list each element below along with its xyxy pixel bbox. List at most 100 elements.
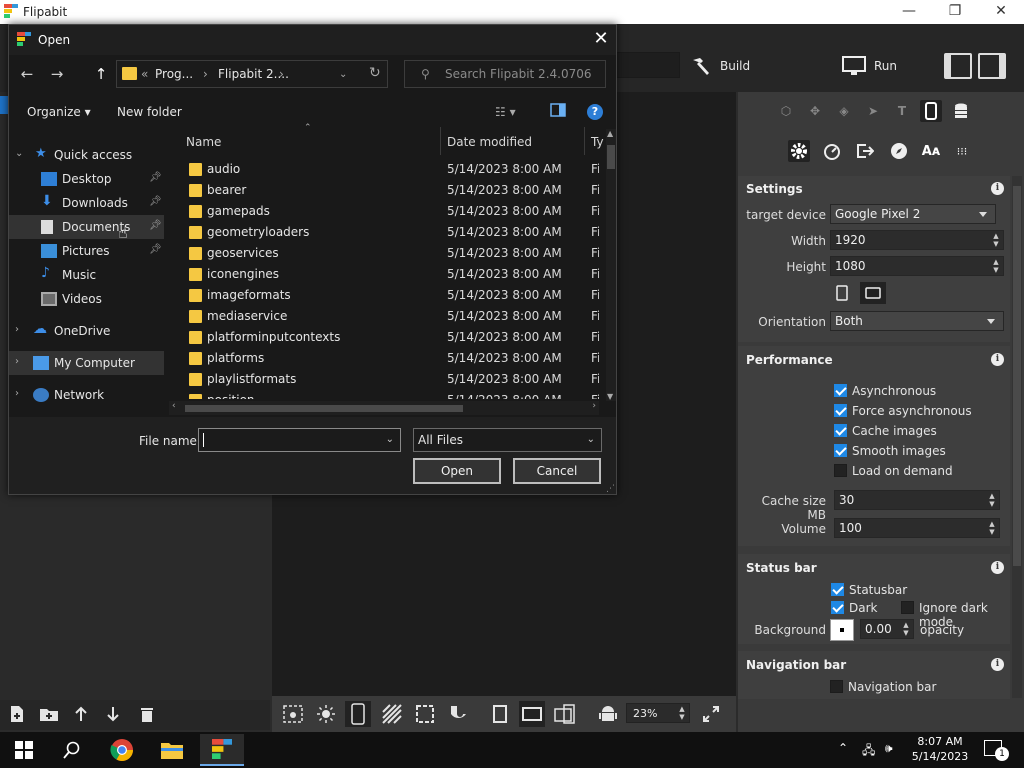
- ignore-dark-checkbox[interactable]: [901, 601, 914, 614]
- file-row[interactable]: geoservices 5/14/2023 8:00 AM Fi: [169, 243, 599, 264]
- height-input[interactable]: 1080 ▲ ▼: [830, 256, 1004, 276]
- fill-bucket-icon[interactable]: ◈: [833, 100, 855, 122]
- exit-icon[interactable]: [854, 140, 876, 162]
- font-size-icon[interactable]: Aᴀ: [920, 140, 942, 162]
- organize-button[interactable]: Organize ▾: [27, 105, 91, 119]
- properties-scrollbar[interactable]: [1012, 176, 1022, 698]
- file-row[interactable]: iconengines 5/14/2023 8:00 AM Fi: [169, 264, 599, 285]
- left-panel-toggle-icon[interactable]: [944, 53, 972, 79]
- move-icon[interactable]: ✥: [804, 100, 826, 122]
- file-list-vscroll[interactable]: ▲ ▼: [606, 129, 616, 401]
- resize-grip-icon[interactable]: ⋰: [606, 484, 615, 494]
- up-arrow-icon[interactable]: ↑: [90, 65, 112, 85]
- performance-checkbox[interactable]: [834, 444, 847, 457]
- background-color-swatch[interactable]: [830, 619, 854, 641]
- clock-date[interactable]: 5/14/2023: [908, 750, 972, 763]
- performance-checkbox[interactable]: [834, 464, 847, 477]
- move-up-icon[interactable]: [68, 701, 94, 727]
- open-button[interactable]: Open: [413, 458, 501, 484]
- windows-start-icon[interactable]: [10, 736, 38, 764]
- database-icon[interactable]: [950, 100, 972, 122]
- scroll-right-icon[interactable]: ›: [592, 401, 596, 411]
- view-options-icon[interactable]: ☷ ▾: [495, 105, 516, 119]
- pointer-icon[interactable]: ➤: [862, 100, 884, 122]
- breadcrumb-overflow[interactable]: «: [141, 67, 148, 81]
- flipabit-taskbar-icon[interactable]: [200, 734, 244, 766]
- move-down-icon[interactable]: [100, 701, 126, 727]
- search-icon[interactable]: [58, 736, 86, 764]
- brightness-icon[interactable]: [313, 701, 339, 727]
- performance-checkbox[interactable]: [834, 404, 847, 417]
- height-spinner[interactable]: ▲ ▼: [991, 258, 1001, 274]
- device-frame-icon[interactable]: [345, 701, 371, 727]
- tray-chevron-icon[interactable]: ⌃: [838, 741, 848, 755]
- collapsed-chevron-icon[interactable]: ›: [15, 356, 19, 367]
- breadcrumb-program-files[interactable]: Prog...: [155, 67, 193, 81]
- zoom-spinner[interactable]: ▲ ▼: [677, 705, 687, 721]
- file-row[interactable]: imageformats 5/14/2023 8:00 AM Fi: [169, 285, 599, 306]
- cube-icon[interactable]: ⬡: [775, 100, 797, 122]
- address-bar[interactable]: « Prog... › Flipabit 2.... › ⌄ ↻: [116, 60, 388, 88]
- volume-icon[interactable]: 🕪︎: [885, 741, 893, 756]
- portrait-icon[interactable]: [487, 701, 513, 727]
- navigation-bar-checkbox[interactable]: [830, 680, 843, 693]
- file-name-input[interactable]: ⌄: [198, 428, 401, 452]
- chevron-down-icon[interactable]: ⌄: [339, 69, 347, 80]
- notifications-icon[interactable]: 1: [984, 740, 1009, 761]
- landscape-icon[interactable]: [519, 701, 545, 727]
- search-box[interactable]: ⚲ Search Flipabit 2.4.0706: [404, 60, 606, 88]
- file-list-hscroll[interactable]: ‹ ›: [169, 401, 599, 415]
- performance-info-icon[interactable]: i: [991, 353, 1004, 366]
- pin-icon[interactable]: 📌︎: [149, 172, 162, 183]
- minimize-button[interactable]: —: [886, 0, 932, 24]
- gear-icon[interactable]: [788, 140, 810, 162]
- nav-onedrive[interactable]: › ☁ OneDrive: [9, 319, 164, 343]
- performance-checkbox[interactable]: [834, 424, 847, 437]
- toolbar-field[interactable]: [616, 52, 680, 78]
- file-row[interactable]: platforminputcontexts 5/14/2023 8:00 AM Fi: [169, 327, 599, 348]
- file-type-filter[interactable]: All Files ⌄: [413, 428, 602, 452]
- accessibility-icon[interactable]: ⁝⁝⁝: [951, 140, 973, 162]
- opacity-input[interactable]: 0.00 ▲ ▼: [860, 619, 914, 639]
- preview-pane-icon[interactable]: [550, 103, 566, 120]
- width-input[interactable]: 1920 ▲ ▼: [830, 230, 1004, 250]
- new-page-icon[interactable]: [4, 701, 30, 727]
- nav-network[interactable]: › Network: [9, 383, 164, 407]
- file-row[interactable]: mediaservice 5/14/2023 8:00 AM Fi: [169, 306, 599, 327]
- file-row[interactable]: playlistformats 5/14/2023 8:00 AM Fi: [169, 369, 599, 390]
- collapsed-chevron-icon[interactable]: ›: [15, 324, 19, 335]
- maximize-button[interactable]: ❐: [932, 0, 978, 24]
- back-arrow-icon[interactable]: ←: [16, 65, 38, 85]
- cache-size-spinner[interactable]: ▲ ▼: [987, 492, 997, 508]
- nav-my-computer[interactable]: › My Computer: [9, 351, 164, 375]
- zoom-field[interactable]: 23% ▲ ▼: [626, 703, 690, 723]
- navigation-bar-info-icon[interactable]: i: [991, 658, 1004, 671]
- speedometer-icon[interactable]: [821, 140, 843, 162]
- nav-downloads[interactable]: ⬇ Downloads 📌︎: [9, 191, 164, 215]
- device-icon[interactable]: [920, 100, 942, 122]
- scroll-left-icon[interactable]: ‹: [172, 401, 176, 411]
- target-device-select[interactable]: Google Pixel 2: [830, 204, 996, 224]
- landscape-orientation-button[interactable]: [860, 282, 886, 304]
- portrait-orientation-button[interactable]: [830, 282, 854, 304]
- android-icon[interactable]: [595, 701, 621, 727]
- nav-desktop[interactable]: Desktop 📌︎: [9, 167, 164, 191]
- file-row[interactable]: geometryloaders 5/14/2023 8:00 AM Fi: [169, 222, 599, 243]
- file-row[interactable]: gamepads 5/14/2023 8:00 AM Fi: [169, 201, 599, 222]
- file-row[interactable]: platforms 5/14/2023 8:00 AM Fi: [169, 348, 599, 369]
- new-folder-button[interactable]: New folder: [117, 105, 182, 119]
- volume-spinner[interactable]: ▲ ▼: [987, 520, 997, 536]
- file-row[interactable]: audio 5/14/2023 8:00 AM Fi: [169, 159, 599, 180]
- selection-frame-icon[interactable]: [412, 701, 438, 727]
- file-explorer-icon[interactable]: [158, 736, 186, 764]
- dialog-close-icon[interactable]: ✕: [591, 30, 611, 50]
- collapsed-chevron-icon[interactable]: ›: [15, 388, 19, 399]
- new-folder-icon[interactable]: [36, 701, 62, 727]
- scrollbar-thumb[interactable]: [185, 405, 463, 412]
- screenshot-icon[interactable]: [280, 701, 306, 727]
- cache-size-input[interactable]: 30 ▲ ▼: [834, 490, 1000, 510]
- scrollbar-thumb[interactable]: [1013, 186, 1021, 566]
- file-row[interactable]: bearer 5/14/2023 8:00 AM Fi: [169, 180, 599, 201]
- chrome-icon[interactable]: [108, 736, 136, 764]
- close-button[interactable]: ✕: [978, 0, 1024, 24]
